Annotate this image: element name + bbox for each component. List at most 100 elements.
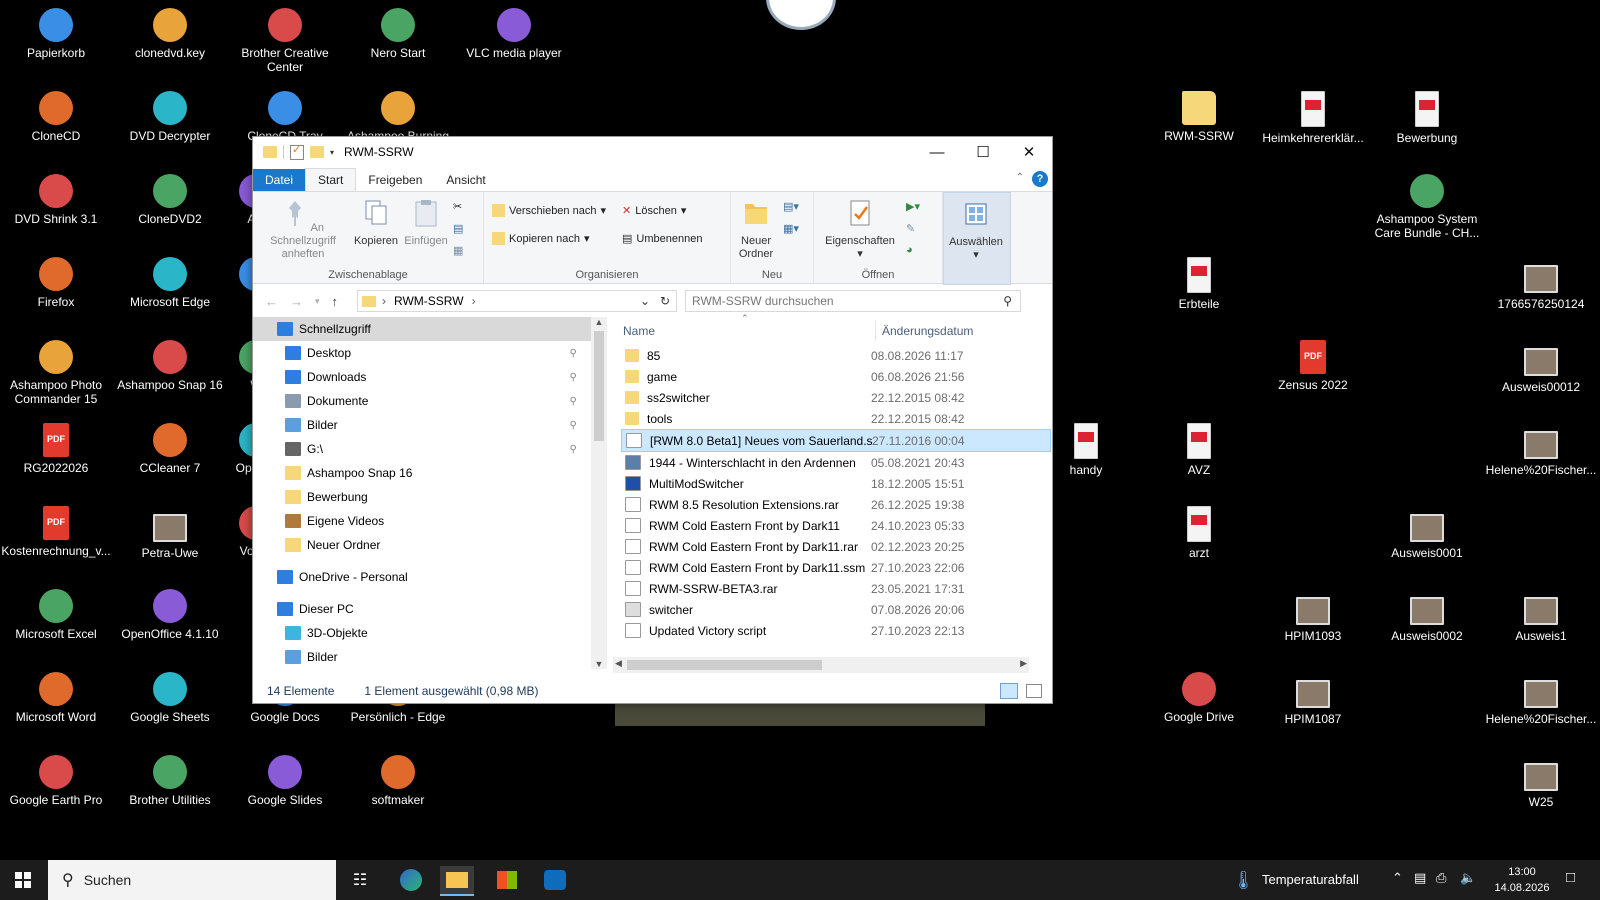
desktop-icon[interactable]: arzt: [1143, 504, 1255, 560]
properties-icon[interactable]: [290, 143, 304, 160]
customize-dropdown-icon[interactable]: ▾: [330, 148, 334, 157]
desktop-icon[interactable]: HPIM1093: [1257, 587, 1369, 643]
outlook-taskbar-icon[interactable]: [538, 866, 572, 894]
desktop-icon[interactable]: Papierkorb: [0, 6, 112, 60]
back-button[interactable]: ←: [265, 294, 278, 309]
weather-icon[interactable]: 🌡: [1232, 870, 1255, 891]
nav-item[interactable]: Bilder ⚲: [253, 413, 601, 437]
rename-button[interactable]: ▤ Umbenennen: [622, 232, 702, 246]
details-view-icon[interactable]: [1000, 683, 1018, 699]
desktop-icon[interactable]: 1766576250124: [1485, 255, 1597, 311]
start-button[interactable]: [6, 866, 40, 894]
file-row[interactable]: RWM Cold Eastern Front by Dark11.ssm 27.1…: [621, 557, 1051, 578]
store-taskbar-icon[interactable]: [490, 866, 524, 894]
nav-item[interactable]: Desktop ⚲: [253, 341, 601, 365]
nav-scrollbar[interactable]: ▲ ▼: [591, 317, 607, 669]
desktop-icon[interactable]: softmaker: [342, 753, 454, 807]
taskbar-search[interactable]: ⚲ Suchen: [48, 860, 336, 900]
printer-icon[interactable]: ⎙: [1436, 870, 1446, 886]
nav-item[interactable]: 3D-Objekte: [253, 621, 601, 645]
desktop-icon[interactable]: Firefox: [0, 255, 112, 309]
cut-icon[interactable]: ✂: [453, 200, 462, 213]
network-icon[interactable]: ▤: [1414, 870, 1426, 886]
file-row[interactable]: tools 22.12.2015 08:42: [621, 408, 1051, 429]
copy-path-icon[interactable]: ▤: [453, 222, 463, 235]
file-row[interactable]: RWM 8.5 Resolution Extensions.rar 26.12.2…: [621, 494, 1051, 515]
horizontal-scrollbar[interactable]: ◀ ▶: [613, 657, 1029, 673]
pin-quick-access-button[interactable]: An Schnellzugriff anheften: [259, 198, 347, 261]
desktop-icon[interactable]: DVD Decrypter: [114, 89, 226, 143]
desktop-icon[interactable]: Microsoft Excel: [0, 587, 112, 641]
copy-button[interactable]: Kopieren: [349, 198, 403, 248]
tab-share[interactable]: Freigeben: [356, 169, 434, 191]
maximize-button[interactable]: ☐: [960, 137, 1006, 167]
pin-icon[interactable]: ⚲: [570, 444, 577, 455]
desktop-icon[interactable]: Bewerbung: [1371, 89, 1483, 145]
new-folder-button[interactable]: Neuer Ordner: [733, 198, 779, 261]
select-button[interactable]: Auswählen ▾: [943, 192, 1011, 285]
desktop-icon[interactable]: RG2022026: [0, 421, 112, 475]
paste-shortcut-icon[interactable]: ▦: [453, 244, 463, 257]
large-icons-view-icon[interactable]: [1026, 684, 1042, 698]
desktop-icon[interactable]: Ashampoo Photo Commander 15: [0, 338, 112, 406]
scroll-up-icon[interactable]: ▲: [591, 317, 607, 327]
nav-item[interactable]: Neuer Ordner: [253, 533, 601, 557]
easy-access-icon[interactable]: ▦▾: [783, 222, 799, 235]
search-box[interactable]: RWM-SSRW durchsuchen ⚲: [685, 290, 1021, 312]
copy-to-button[interactable]: Kopieren nach ▾: [492, 232, 589, 245]
desktop-icon[interactable]: HPIM1087: [1257, 670, 1369, 726]
desktop-icon[interactable]: VLC media player: [458, 6, 570, 60]
desktop-icon[interactable]: Google Sheets: [114, 670, 226, 724]
clock[interactable]: 13:00 14.08.2026: [1492, 864, 1552, 896]
collapse-ribbon-icon[interactable]: ⌃: [1016, 172, 1024, 183]
explorer-taskbar-icon[interactable]: [440, 866, 474, 896]
pin-icon[interactable]: ⚲: [570, 348, 577, 359]
properties-button[interactable]: Eigenschaften ▾: [818, 198, 902, 261]
desktop-icon[interactable]: clonedvd.key: [114, 6, 226, 60]
tab-view[interactable]: Ansicht: [434, 169, 497, 191]
search-input[interactable]: RWM-SSRW durchsuchen: [692, 294, 834, 308]
file-row[interactable]: ss2switcher 22.12.2015 08:42: [621, 387, 1051, 408]
desktop-icon[interactable]: Ashampoo System Care Bundle - CH...: [1371, 172, 1483, 240]
file-row[interactable]: [RWM 8.0 Beta1] Neues vom Sauerland.s...…: [621, 429, 1051, 452]
desktop-icon[interactable]: DVD Shrink 3.1: [0, 172, 112, 226]
desktop-icon[interactable]: Heimkehrererklär...: [1257, 89, 1369, 145]
edit-icon[interactable]: ✎: [906, 222, 915, 235]
weather-label[interactable]: Temperaturabfall: [1262, 872, 1359, 887]
desktop-icon[interactable]: AVZ: [1143, 421, 1255, 477]
pin-icon[interactable]: ⚲: [570, 420, 577, 431]
show-hidden-icons[interactable]: ⌃: [1392, 870, 1403, 886]
file-row[interactable]: RWM-SSRW-BETA3.rar 23.05.2021 17:31: [621, 578, 1051, 599]
breadcrumb-item[interactable]: RWM-SSRW: [394, 294, 464, 308]
history-icon[interactable]: ◕: [906, 244, 913, 256]
desktop-icon[interactable]: Kostenrechnung_v...: [0, 504, 112, 558]
open-icon[interactable]: ▶▾: [906, 200, 920, 213]
notifications-icon[interactable]: □: [1566, 869, 1575, 886]
nav-item[interactable]: Eigene Videos: [253, 509, 601, 533]
desktop-icon[interactable]: Ausweis0001: [1371, 504, 1483, 560]
column-date[interactable]: Änderungsdatum: [882, 324, 973, 338]
desktop-icon[interactable]: Brother Utilities: [114, 753, 226, 807]
scroll-thumb[interactable]: [594, 331, 604, 441]
desktop-icon[interactable]: Helene%20Fischer...: [1485, 421, 1597, 477]
desktop-icon[interactable]: Ashampoo Burning: [342, 89, 454, 143]
file-row[interactable]: switcher 07.08.2026 20:06: [621, 599, 1051, 620]
task-view-icon[interactable]: ☷: [343, 866, 377, 894]
desktop-icon[interactable]: Ausweis00012: [1485, 338, 1597, 394]
file-row[interactable]: MultiModSwitcher 18.12.2005 15:51: [621, 473, 1051, 494]
desktop-icon[interactable]: Brother Creative Center: [229, 6, 341, 74]
recent-locations-icon[interactable]: ▾: [315, 296, 320, 307]
close-button[interactable]: ✕: [1006, 137, 1052, 167]
minimize-button[interactable]: —: [914, 137, 960, 167]
nav-item[interactable]: Schnellzugriff: [253, 317, 601, 341]
desktop-icon[interactable]: Google Slides: [229, 753, 341, 807]
desktop-icon[interactable]: Google Drive: [1143, 670, 1255, 724]
paste-button[interactable]: Einfügen: [399, 198, 453, 248]
move-to-button[interactable]: Verschieben nach ▾: [492, 204, 606, 217]
desktop-icon[interactable]: Nero Start: [342, 6, 454, 60]
pin-icon[interactable]: ⚲: [570, 396, 577, 407]
up-button[interactable]: ↑: [332, 294, 339, 309]
scroll-right-icon[interactable]: ▶: [1020, 658, 1027, 669]
help-icon[interactable]: ?: [1032, 171, 1048, 187]
nav-item[interactable]: Bewerbung: [253, 485, 601, 509]
